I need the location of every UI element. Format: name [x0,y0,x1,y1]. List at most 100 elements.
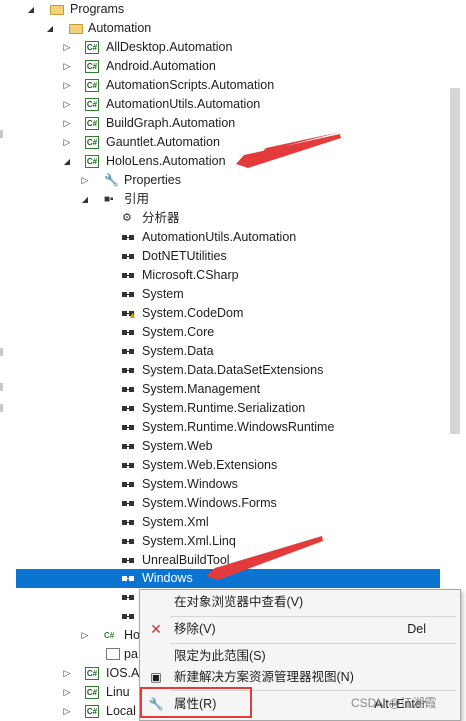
tree-row-reference[interactable]: System.Web.Extensions [0,456,440,475]
tree-row-label: Local [106,704,136,718]
expanded-arrow-icon[interactable] [80,190,90,209]
tree-row-project[interactable]: C# Gauntlet.Automation [0,133,440,152]
tree-row-project-hololens[interactable]: C# HoloLens.Automation [0,152,440,171]
tree-row-label: Ho [124,628,140,642]
tree-row-label: Linu [106,685,130,699]
tree-row-properties[interactable]: 🔧 Properties [0,171,440,190]
tree-row-reference[interactable]: System.Runtime.WindowsRuntime [0,418,440,437]
collapsed-arrow-icon[interactable] [62,664,72,683]
csharp-project-icon: C# [85,79,99,92]
csharp-project-icon: C# [85,667,99,680]
tree-row-project[interactable]: C# Android.Automation [0,57,440,76]
tree-row-label: System.Management [142,382,261,396]
tree-row-reference[interactable]: System.Data.DataSetExtensions [0,361,440,380]
expanded-arrow-icon[interactable] [26,0,36,19]
tree-row-reference[interactable]: System.Core [0,323,440,342]
reference-icon [122,558,134,563]
tree-row-label: System.Web [142,439,213,453]
collapsed-arrow-icon[interactable] [62,133,72,152]
file-icon [106,648,120,660]
tree-row-project[interactable]: C# AutomationScripts.Automation [0,76,440,95]
folder-icon [50,5,64,15]
tree-row-reference-windows[interactable]: Windows [16,569,442,588]
tree-row-reference[interactable]: System.Runtime.Serialization [0,399,440,418]
expanded-arrow-icon[interactable] [45,19,55,38]
tree-row-reference[interactable]: AutomationUtils.Automation [0,228,440,247]
tree-row-reference[interactable]: System.Management [0,380,440,399]
scrollbar-thumb[interactable] [450,88,460,434]
collapsed-arrow-icon[interactable] [62,57,72,76]
collapsed-arrow-icon[interactable] [80,171,90,190]
tree-row-label: Android.Automation [106,59,216,73]
reference-icon [122,349,134,354]
collapsed-arrow-icon[interactable] [80,626,90,645]
reference-icon [122,368,134,373]
tree-row-reference[interactable]: System.Data [0,342,440,361]
expanded-arrow-icon[interactable] [62,152,72,171]
csharp-project-icon: C# [85,136,99,149]
csharp-project-icon: C# [85,117,99,130]
tree-row-label: System.Data.DataSetExtensions [142,363,324,377]
tree-row-reference[interactable]: System [0,285,440,304]
csharp-project-icon: C# [85,686,99,699]
csharp-project-icon: C# [85,155,99,168]
tree-row-reference[interactable]: System.Windows [0,475,440,494]
tree-row-programs[interactable]: Programs [0,0,440,19]
reference-icon [122,406,134,411]
tree-row-label: AutomationUtils.Automation [142,230,297,244]
edge-marker [0,348,3,356]
csharp-project-icon: C# [85,98,99,111]
reference-icon [122,273,134,278]
reference-icon [122,595,134,600]
tree-row-label: BuildGraph.Automation [106,116,236,130]
analyzer-icon: ⚙ [122,212,132,224]
reference-icon [122,235,134,240]
tree-row-reference[interactable]: System.Xml.Linq [0,532,440,551]
tree-row-project[interactable]: C# BuildGraph.Automation [0,114,440,133]
collapsed-arrow-icon[interactable] [62,95,72,114]
reference-icon [122,292,134,297]
menu-item-remove[interactable]: ✕ 移除(V) Del [140,617,460,642]
tree-row-reference[interactable]: UnrealBuildTool [0,551,440,570]
tree-row-automation[interactable]: Automation [0,19,440,38]
menu-item-view-in-object-browser[interactable]: 在对象浏览器中查看(V) [140,590,460,615]
references-icon: ■▪ [104,194,114,205]
menu-item-shortcut: Del [407,622,426,636]
tree-row-reference[interactable]: Microsoft.CSharp [0,266,440,285]
reference-icon [122,482,134,487]
reference-icon [122,539,134,544]
folder-icon [69,24,83,34]
tree-row-references[interactable]: ■▪ 引用 [0,190,440,209]
collapsed-arrow-icon[interactable] [62,76,72,95]
reference-icon [122,501,134,506]
tree-row-label: Gauntlet.Automation [106,135,220,149]
collapsed-arrow-icon[interactable] [62,114,72,133]
csharp-project-icon: C# [85,705,99,718]
tree-row-reference[interactable]: System.Windows.Forms [0,494,440,513]
reference-icon [122,444,134,449]
collapsed-arrow-icon[interactable] [62,702,72,721]
collapsed-arrow-icon[interactable] [62,683,72,702]
edge-marker [0,383,3,391]
reference-icon [122,387,134,392]
tree-row-label: System.Xml [142,515,209,529]
tree-row-label: System.CodeDom [142,306,244,320]
tree-row-label: IOS.A [106,666,140,680]
tree-row-reference[interactable]: System.Xml [0,513,440,532]
tree-row-reference[interactable]: DotNETUtilities [0,247,440,266]
reference-icon [122,425,134,430]
tree-row-label: AllDesktop.Automation [106,40,233,54]
reference-icon [122,254,134,259]
tree-row-analyzers[interactable]: ⚙ 分析器 [0,209,440,228]
tree-row-label: AutomationUtils.Automation [106,97,261,111]
collapsed-arrow-icon[interactable] [62,38,72,57]
reference-icon [122,614,134,619]
tree-row-project[interactable]: C# AutomationUtils.Automation [0,95,440,114]
tree-row-reference[interactable]: ▲ System.CodeDom [0,304,440,323]
tree-row-label: System.Windows [142,477,238,491]
edge-marker [0,130,3,138]
reference-icon [122,330,134,335]
tree-row-project[interactable]: C# AllDesktop.Automation [0,38,440,57]
tree-row-reference[interactable]: System.Web [0,437,440,456]
tree-row-label: System.Runtime.Serialization [142,401,306,415]
